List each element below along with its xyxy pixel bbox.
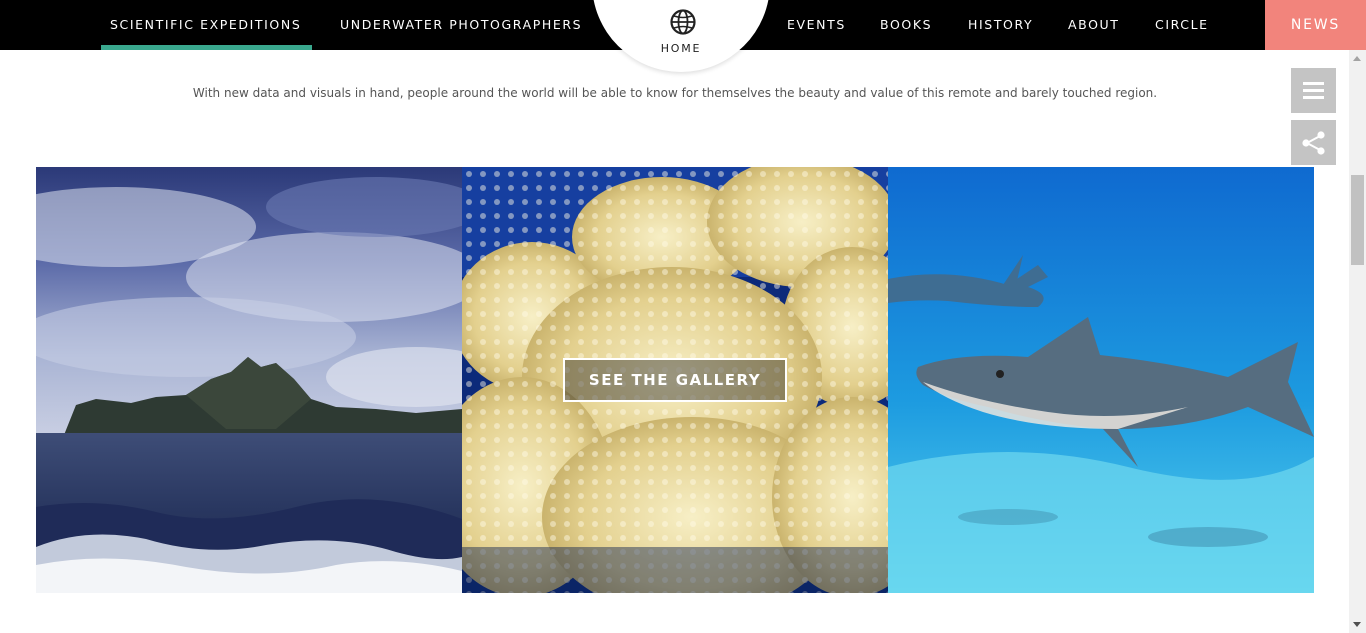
photo-gallery: SEE THE GALLERY: [36, 167, 1314, 593]
scroll-down-icon[interactable]: [1353, 622, 1361, 627]
home-label: HOME: [660, 42, 702, 55]
page-scrollbar[interactable]: [1349, 50, 1366, 633]
nav-item-books[interactable]: BOOKS: [880, 0, 932, 50]
nav-item-about[interactable]: ABOUT: [1068, 0, 1120, 50]
nav-item-events[interactable]: EVENTS: [787, 0, 846, 50]
nav-item-history[interactable]: HISTORY: [968, 0, 1033, 50]
nav-item-scientific-expeditions[interactable]: SCIENTIFIC EXPEDITIONS: [100, 0, 313, 50]
globe-icon: [670, 9, 696, 35]
nav-item-underwater-photographers[interactable]: UNDERWATER PHOTOGRAPHERS: [340, 0, 582, 50]
scroll-thumb[interactable]: [1351, 175, 1364, 265]
gallery-image-island[interactable]: [36, 167, 462, 593]
news-button[interactable]: NEWS: [1265, 0, 1366, 50]
intro-text: With new data and visuals in hand, peopl…: [192, 86, 1158, 100]
nav-item-circle[interactable]: CIRCLE: [1155, 0, 1209, 50]
home-button[interactable]: HOME: [592, 0, 770, 72]
see-gallery-button[interactable]: SEE THE GALLERY: [563, 358, 787, 402]
share-button[interactable]: [1291, 120, 1336, 165]
gallery-image-sharks[interactable]: [888, 167, 1314, 593]
share-icon: [1302, 131, 1325, 155]
menu-button[interactable]: [1291, 68, 1336, 113]
scroll-up-icon[interactable]: [1353, 56, 1361, 61]
